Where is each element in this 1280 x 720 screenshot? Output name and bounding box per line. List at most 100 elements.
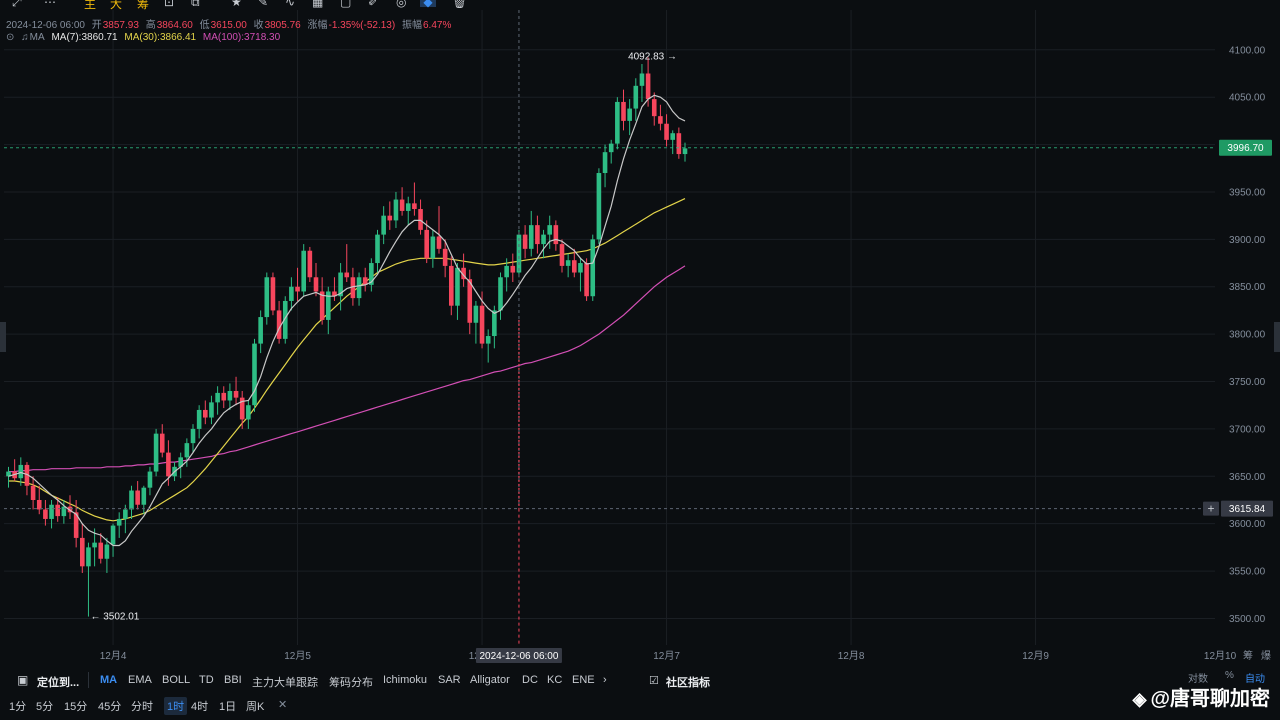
candle-body <box>627 108 632 121</box>
candle-body <box>670 133 675 140</box>
timeframe-45分[interactable]: 45分 <box>98 698 121 714</box>
price-tick-label: 3550.00 <box>1229 567 1266 578</box>
left-panel-handle[interactable] <box>0 322 6 352</box>
candle-body <box>651 99 657 117</box>
ma-legend-label: MA <box>29 32 45 43</box>
ohlc-low: 3615.00 <box>210 20 247 31</box>
indicator-筹码分布[interactable]: 筹码分布 <box>329 674 373 690</box>
candle-body <box>553 225 559 245</box>
ohlc-change-label: 涨幅 <box>307 20 328 31</box>
candle-body <box>528 225 534 249</box>
candle-body <box>147 471 153 488</box>
candle-body <box>565 260 571 266</box>
indicator-alligator[interactable]: Alligator <box>470 674 510 686</box>
candle-body <box>215 392 220 403</box>
candle-body <box>436 236 442 249</box>
candle-body <box>30 485 36 500</box>
curve-icon[interactable]: ∿ <box>285 0 295 9</box>
timeframe-1时[interactable]: 1时 <box>164 697 188 715</box>
high-marker-label: 4092.83 → <box>628 52 677 63</box>
candle-body <box>166 452 171 477</box>
indicator-主力大单跟踪[interactable]: 主力大单跟踪 <box>252 674 318 690</box>
right-panel-handle[interactable] <box>1274 322 1280 352</box>
ma7-value: MA(7):3860.71 <box>51 32 118 43</box>
candle-body <box>356 277 362 299</box>
indicator-td[interactable]: TD <box>199 674 214 686</box>
indicator-ma[interactable]: MA <box>100 674 117 686</box>
calendar-icon[interactable]: ▣ <box>17 673 28 687</box>
annotate-icon[interactable]: ✐ <box>368 0 378 9</box>
candle-body <box>664 123 669 140</box>
candle-body <box>159 433 165 453</box>
main-indicator-button[interactable]: 主 <box>84 0 96 10</box>
time-tick-label: 12月8 <box>838 650 865 662</box>
close-icon[interactable]: ✕ <box>278 698 287 711</box>
timeframe-1日[interactable]: 1日 <box>219 698 236 714</box>
candle-body <box>98 542 104 559</box>
ohlc-open: 3857.93 <box>102 20 139 31</box>
price-tick-label: 3950.00 <box>1229 187 1266 198</box>
candle-body <box>18 464 24 479</box>
chip-distribution-button[interactable]: 筹 <box>137 0 149 10</box>
candle-body <box>405 203 411 211</box>
candles-icon[interactable]: ▦ <box>312 0 323 9</box>
candle-body <box>227 391 233 401</box>
timeframe-1分[interactable]: 1分 <box>9 698 26 714</box>
indicator-ene[interactable]: ENE <box>572 674 595 686</box>
price-tick-label: 4050.00 <box>1229 93 1266 104</box>
indicators-more-chevron-icon[interactable]: › <box>603 674 607 686</box>
snapshot-icon[interactable]: ⊡ <box>164 0 174 9</box>
ohlc-change: -1.35%(-52.13) <box>328 20 396 31</box>
indicator-bar: ▣ 定位到... MA EMA BOLL TD BBI 主力大单跟踪 筹码分布 Ichimok… <box>0 670 1280 692</box>
rectangle-icon[interactable]: ▢ <box>340 0 351 9</box>
community-indicator-icon[interactable]: ☑ <box>649 674 659 687</box>
locate-button[interactable]: 定位到... <box>37 674 79 690</box>
compare-icon[interactable]: ⧉ <box>191 0 200 10</box>
indicator-dc[interactable]: DC <box>522 674 538 686</box>
candle-body <box>36 499 42 510</box>
candle-body <box>418 209 423 230</box>
candle-body <box>449 265 454 306</box>
candle-body <box>252 343 257 406</box>
indicator-bbi[interactable]: BBI <box>224 674 242 686</box>
timeframe-分时[interactable]: 分时 <box>131 698 153 714</box>
timeframe-周K[interactable]: 周K <box>246 698 264 714</box>
favorite-icon[interactable]: ★ <box>231 0 242 9</box>
chart-background <box>0 0 1280 667</box>
price-tick-label: 3800.00 <box>1229 330 1266 341</box>
magnet-icon[interactable]: ◎ <box>396 0 406 9</box>
candle-body <box>129 490 134 510</box>
collapse-icon[interactable]: ⊙ <box>6 32 14 43</box>
expand-icon[interactable]: ⤢ <box>12 0 22 10</box>
more-icon[interactable]: ⋯ <box>44 0 56 9</box>
candle-body <box>492 310 497 337</box>
candlestick-chart[interactable]: 4092.83 →← 3502.01 4100.004050.004000.00… <box>0 0 1280 667</box>
chip-label: 筹 <box>1243 649 1253 662</box>
indicator-sar[interactable]: SAR <box>438 674 461 686</box>
indicator-ichimoku[interactable]: Ichimoku <box>383 674 427 686</box>
candle-body <box>221 392 227 401</box>
percent-scale-toggle[interactable]: % <box>1225 670 1234 681</box>
ma-legend: ⊙ ♫MA MA(7):3860.71 MA(30):3866.41 MA(10… <box>6 32 284 43</box>
candle-body <box>424 229 429 259</box>
chart-grid <box>0 0 1280 667</box>
candle-body <box>209 402 214 418</box>
trash-icon[interactable]: 🗑 <box>452 0 467 9</box>
candle-body <box>485 336 491 344</box>
indicator-boll[interactable]: BOLL <box>162 674 190 686</box>
indicator-kc[interactable]: KC <box>547 674 562 686</box>
select-tool-icon[interactable]: ◆ <box>420 0 436 9</box>
timeframe-4时[interactable]: 4时 <box>191 698 208 714</box>
bell-icon[interactable]: ♫ <box>21 32 29 43</box>
pencil-icon[interactable]: ✎ <box>258 0 268 9</box>
timeframe-15分[interactable]: 15分 <box>64 698 87 714</box>
candle-body <box>123 509 128 519</box>
price-tick-label: 4100.00 <box>1229 45 1266 56</box>
candle-body <box>49 504 54 519</box>
timeframe-5分[interactable]: 5分 <box>36 698 53 714</box>
community-indicator-button[interactable]: 社区指标 <box>666 674 710 690</box>
candle-body <box>344 272 350 278</box>
candle-body <box>104 544 110 559</box>
indicator-ema[interactable]: EMA <box>128 674 152 686</box>
large-order-button[interactable]: 大 <box>110 0 122 10</box>
